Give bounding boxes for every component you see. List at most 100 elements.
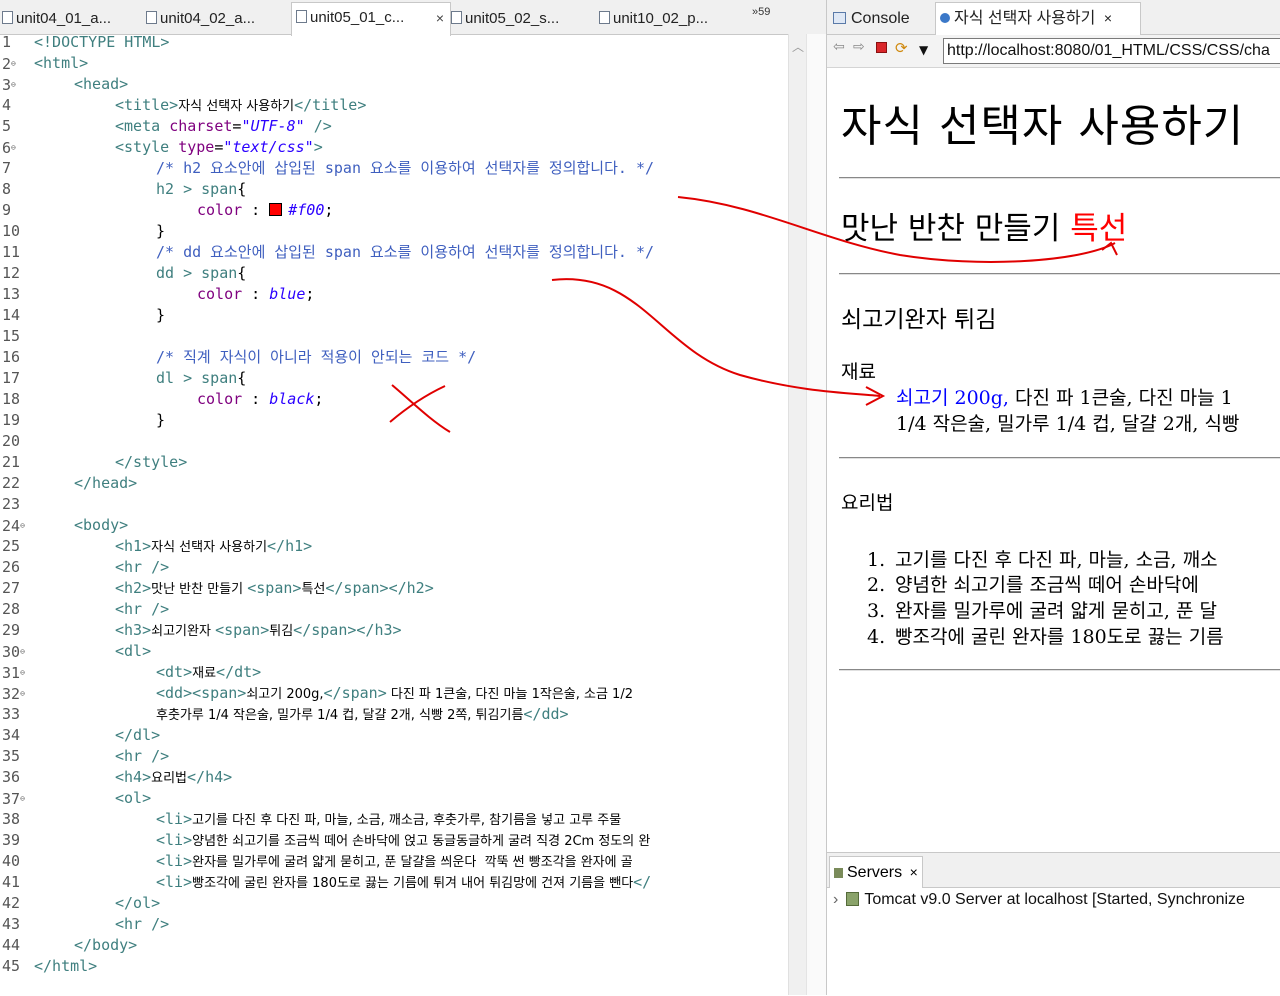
refresh-icon[interactable]: ⟳ xyxy=(895,39,908,57)
code-comment: /* h2 요소안에 삽입된 span 요소를 이용하여 선택자를 정의합니다.… xyxy=(156,159,655,177)
code-line: <dt>재료</dt> xyxy=(156,663,262,681)
line-number: 31⊖ xyxy=(2,664,25,682)
code-line: } xyxy=(156,222,166,240)
line-number: 22 xyxy=(2,474,21,492)
line-number: 30⊖ xyxy=(2,643,25,661)
chevron-down-icon[interactable]: ▼ xyxy=(919,43,928,57)
line-number: 20 xyxy=(2,432,21,450)
code-line: <hr /> xyxy=(115,558,170,576)
editor-scrollbar[interactable]: ︿ xyxy=(788,34,807,995)
page-heading-h3: 쇠고기완자 튀김 xyxy=(841,307,997,333)
line-number: 45 xyxy=(2,957,21,975)
fold-icon: ⊖ xyxy=(11,59,16,68)
scroll-up-icon[interactable]: ︿ xyxy=(792,38,804,55)
close-icon[interactable]: × xyxy=(436,3,444,33)
close-icon[interactable]: × xyxy=(910,864,918,880)
tomcat-server-icon xyxy=(846,892,860,906)
line-number: 42 xyxy=(2,894,21,912)
definition-term: 재료 xyxy=(841,361,876,383)
code-line: h2 > span{ xyxy=(156,180,247,198)
line-number: 29 xyxy=(2,621,21,639)
fold-icon: ⊖ xyxy=(20,689,25,698)
file-icon xyxy=(451,11,462,24)
back-icon[interactable]: ⇦ xyxy=(833,39,845,55)
list-item: 2. 양념한 쇠고기를 조금씩 떼어 손바닥에 xyxy=(867,574,1199,596)
line-number: 12 xyxy=(2,264,21,282)
definition-desc-line: 1/4 작은술, 밀가루 1/4 컵, 달걀 2개, 식빵 xyxy=(896,413,1240,435)
code-line: <dl> xyxy=(115,642,152,660)
code-line: <h4>요리법</h4> xyxy=(115,768,233,786)
code-line: dd > span{ xyxy=(156,264,247,282)
code-line: <html> xyxy=(34,54,89,72)
code-editor[interactable]: unit04_01_a... unit04_02_a... unit05_01_… xyxy=(0,0,827,995)
line-number: 25 xyxy=(2,537,21,555)
close-icon[interactable]: × xyxy=(1104,10,1112,26)
line-number: 15 xyxy=(2,327,21,345)
color-swatch-icon xyxy=(269,203,283,216)
internal-browser: Console 자식 선택자 사용하기 × ⇦ ⇨ ⟳ ▼ http://loc… xyxy=(827,0,1280,852)
browser-toolbar: ⇦ ⇨ ⟳ ▼ http://localhost:8080/01_HTML/CS… xyxy=(827,35,1280,68)
tab-browser-page[interactable]: 자식 선택자 사용하기 × xyxy=(935,2,1141,36)
line-number: 8 xyxy=(2,180,12,198)
tab-console[interactable]: Console xyxy=(831,4,933,34)
code-line: <dd><span>쇠고기 200g,</span> 다진 파 1큰술, 다진 … xyxy=(156,684,633,702)
code-line: </ol> xyxy=(115,894,161,912)
dd-span-beef: 쇠고기 200g, xyxy=(896,387,1009,409)
line-number: 24⊖ xyxy=(2,517,25,535)
code-line: 후춧가루 1/4 작은술, 밀가루 1/4 컵, 달걀 2개, 식빵 2쪽, 튀… xyxy=(156,705,569,723)
line-number: 11 xyxy=(2,243,21,261)
editor-tab-unit04-01[interactable]: unit04_01_a... xyxy=(2,4,142,34)
code-line: </html> xyxy=(34,957,98,975)
line-number: 1 xyxy=(2,33,12,51)
code-line: </head> xyxy=(74,474,138,492)
tab-overflow-button[interactable]: »59 xyxy=(752,6,770,18)
line-number: 2⊖ xyxy=(2,55,16,73)
code-line: </style> xyxy=(115,453,188,471)
editor-tab-unit05-01[interactable]: unit05_01_c... × xyxy=(291,2,451,36)
editor-tab-unit04-02[interactable]: unit04_02_a... xyxy=(146,4,288,34)
code-line: } xyxy=(156,411,166,429)
forward-icon[interactable]: ⇨ xyxy=(853,39,865,55)
code-line: <hr /> xyxy=(115,600,170,618)
line-number: 36 xyxy=(2,768,21,786)
line-number: 43 xyxy=(2,915,21,933)
h2-span-special: 특선 xyxy=(1070,211,1128,247)
line-number: 16 xyxy=(2,348,21,366)
code-comment: /* dd 요소안에 삽입된 span 요소를 이용하여 선택자를 정의합니다.… xyxy=(156,243,655,261)
fold-icon: ⊖ xyxy=(20,521,25,530)
line-number: 6⊖ xyxy=(2,139,16,157)
line-number: 23 xyxy=(2,495,21,513)
code-line: <h2>맛난 반찬 만들기 <span>특선</span></h2> xyxy=(115,579,434,597)
file-icon xyxy=(599,11,610,24)
editor-tab-unit05-02[interactable]: unit05_02_s... xyxy=(451,4,593,34)
line-number: 41 xyxy=(2,873,21,891)
code-comment: /* 직계 자식이 아니라 적용이 안되는 코드 */ xyxy=(156,348,477,366)
stop-icon[interactable] xyxy=(876,42,887,53)
line-number: 13 xyxy=(2,285,21,303)
expand-arrow-icon[interactable]: › xyxy=(833,891,838,908)
code-area[interactable]: 1 2⊖ 3⊖ 4 5 6⊖ 7 8 9 10 11 12 13 14 15 1… xyxy=(0,32,788,995)
line-number: 18 xyxy=(2,390,21,408)
line-number: 3⊖ xyxy=(2,76,16,94)
line-number: 19 xyxy=(2,411,21,429)
code-line: <style type="text/css"> xyxy=(115,138,323,156)
code-line: <ol> xyxy=(115,789,152,807)
code-line: color : blue; xyxy=(197,285,315,303)
code-line: color : black; xyxy=(197,390,324,408)
url-input[interactable]: http://localhost:8080/01_HTML/CSS/CSS/ch… xyxy=(943,38,1280,64)
line-number: 28 xyxy=(2,600,21,618)
line-number: 21 xyxy=(2,453,21,471)
servers-tab-bar: Servers × xyxy=(827,853,1280,888)
editor-tab-bar: unit04_01_a... unit04_02_a... unit05_01_… xyxy=(0,0,826,36)
fold-icon: ⊖ xyxy=(11,143,16,152)
line-number: 38 xyxy=(2,810,21,828)
server-tree-item[interactable]: › Tomcat v9.0 Server at localhost [Starte… xyxy=(833,891,1245,909)
code-line: <title>자식 선택자 사용하기</title> xyxy=(115,96,367,114)
code-line: <li>양념한 쇠고기를 조금씩 떼어 손바닥에 얹고 동글동글하게 굴려 직경… xyxy=(156,831,651,849)
line-number: 35 xyxy=(2,747,21,765)
tab-servers[interactable]: Servers × xyxy=(829,856,923,888)
editor-tab-unit10-02[interactable]: unit10_02_p... xyxy=(599,4,739,34)
code-line: <li>고기를 다진 후 다진 파, 마늘, 소금, 깨소금, 후춧가루, 참기… xyxy=(156,810,622,828)
code-line: <meta charset="UTF-8" /> xyxy=(115,117,332,135)
code-line: <h1>자식 선택자 사용하기</h1> xyxy=(115,537,313,555)
